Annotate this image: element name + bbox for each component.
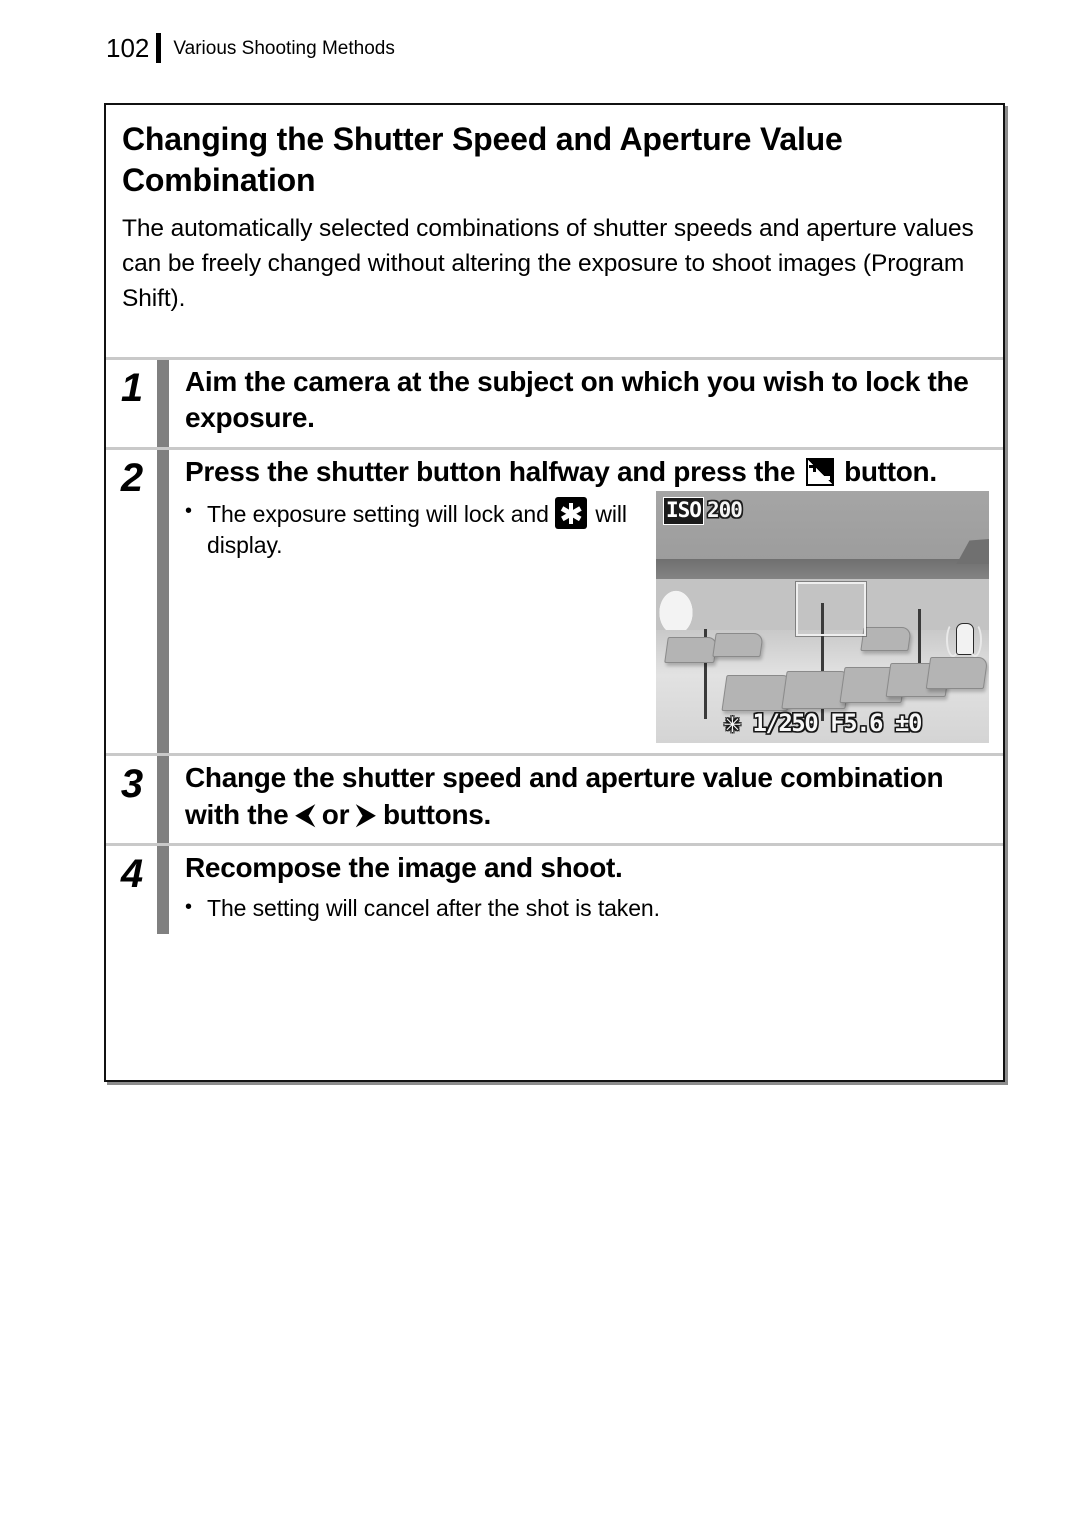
exposure-compensation-icon [805,457,834,486]
ae-lock-asterisk-icon [555,497,588,530]
step-number-column: 4 [106,846,157,934]
lcd-ae-lock-symbol: ✳ [724,706,741,740]
note-text: The exposure setting will lock and will … [207,497,646,560]
step-number-column: 2 [106,450,157,753]
step-item-4: 4 Recompose the image and shoot. • The s… [106,842,1003,934]
step-number: 3 [120,762,143,807]
step-item-1: 1 Aim the camera at the subject on which… [106,357,1003,447]
step-accent-bar [157,360,169,447]
camera-lcd-screenshot: ISO 200 ✳ 1/250 F5.6 ±0 [656,491,989,744]
step-heading: Press the shutter button halfway and pre… [185,454,989,490]
shake-arc-right [968,623,982,658]
step-note: • The setting will cancel after the shot… [185,893,989,923]
steps-list: 1 Aim the camera at the subject on which… [106,357,1003,1080]
step-heading-text-before-icon: Press the shutter button halfway and pre… [185,455,803,487]
step-body: Press the shutter button halfway and pre… [169,450,1003,753]
camera-shake-warning-icon [946,617,982,659]
step-2-note-column: • The exposure setting will lock and wil… [185,490,656,560]
step-number: 1 [120,366,143,410]
step-body: Recompose the image and shoot. • The set… [169,846,1003,934]
arrow-left-icon: ⮜ [295,798,315,829]
lcd-lounger [664,637,718,664]
step-heading-part-2: or [314,798,357,830]
step-accent-bar [157,449,169,754]
step-heading: Change the shutter speed and aperture va… [185,760,989,833]
step-heading-text-after-icon: button. [836,455,937,487]
section-intro-paragraph: The automatically selected combinations … [122,215,974,312]
step-body: Change the shutter speed and aperture va… [169,756,1003,843]
chapter-title: Various Shooting Methods [173,37,395,59]
lcd-iso-indicator: ISO 200 [663,497,744,526]
step-heading: Aim the camera at the subject on which y… [185,366,969,434]
step-number: 2 [120,455,143,500]
lcd-lounger [925,657,989,690]
step-number-column: 1 [106,360,157,447]
note-text-before-icon: The exposure setting will lock and [207,501,556,528]
step-body: Aim the camera at the subject on which y… [169,360,1003,447]
step-note: • The exposure setting will lock and wil… [185,497,646,560]
step-number-column: 3 [106,756,157,843]
bullet-marker: • [185,500,192,523]
step-number: 4 [120,851,143,896]
note-text: The setting will cancel after the shot i… [207,895,660,922]
page-number: 102 [106,33,150,63]
bullet-marker: • [185,896,192,919]
arrow-right-icon: ⮞ [356,798,376,829]
page-header: 102 Various Shooting Methods [106,28,395,68]
lcd-iso-label: ISO [663,497,704,526]
lcd-exposure-compensation: ±0 [895,709,922,738]
lcd-lounger [712,633,764,658]
lcd-shutter-speed: 1/250 [752,709,818,738]
header-divider-rule [156,33,162,63]
step-2-content-row: • The exposure setting will lock and wil… [185,490,989,744]
content-box: Changing the Shutter Speed and Aperture … [104,103,1005,1082]
step-item-3: 3 Change the shutter speed and aperture … [106,753,1003,843]
lcd-lounger [860,627,912,652]
lcd-aperture: F5.6 [830,709,883,738]
lcd-iso-value: 200 [706,498,743,523]
lcd-status-bar: ✳ 1/250 F5.6 ±0 [656,709,989,737]
step-accent-bar [157,756,169,843]
step-heading-part-3: buttons. [375,798,491,830]
section-title: Changing the Shutter Speed and Aperture … [122,121,843,198]
step-heading: Recompose the image and shoot. [185,851,623,883]
step-item-2: 2 Press the shutter button halfway and p… [106,446,1003,754]
af-frame [795,581,867,637]
step-accent-bar [157,845,169,934]
